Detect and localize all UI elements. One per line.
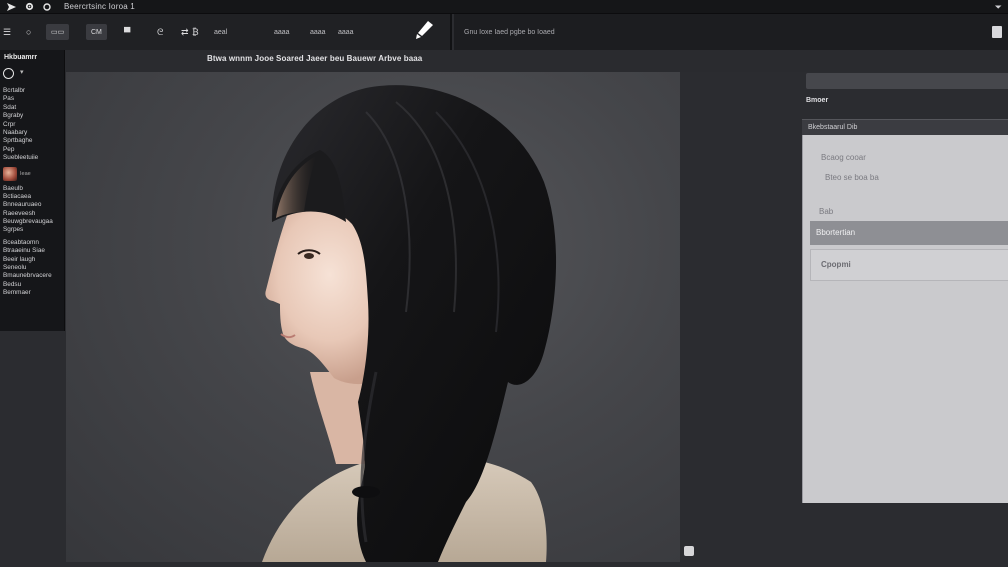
list-item[interactable]: Sdat bbox=[3, 104, 63, 112]
text-tool-3[interactable]: aaaa bbox=[310, 24, 326, 40]
list-item[interactable]: Raeeveesh bbox=[3, 210, 63, 218]
color-swatch[interactable]: Ieae bbox=[3, 165, 63, 183]
list-item[interactable]: Btraaeinu Siae bbox=[3, 247, 63, 255]
chevron-down-icon[interactable]: ▾ bbox=[20, 68, 24, 76]
properties-panel: Bcaog cooar Bteo se boa ba Bab Bborterti… bbox=[802, 135, 1008, 503]
properties-header[interactable]: Bkebstaarul Dib bbox=[802, 119, 1008, 135]
list-item[interactable]: Naabary bbox=[3, 129, 63, 137]
tools-list: Bcrtalbr Pas Sdat Bgraby Crpr Naabary Sp… bbox=[3, 87, 63, 298]
image-canvas[interactable] bbox=[66, 72, 680, 562]
property-row[interactable]: Bteo se boa ba bbox=[825, 173, 1008, 182]
panel-search-bar[interactable] bbox=[806, 73, 1008, 89]
text-tool-4[interactable]: aaaa bbox=[338, 24, 354, 40]
document-bar: Btwa wnnm Jooe Soared Jaeer beu Bauewr A… bbox=[0, 50, 1008, 72]
menu-icon[interactable]: ☰ bbox=[3, 24, 11, 40]
options-hint: Gnu Ioxe Iaed pgbe bo Ioaed bbox=[464, 29, 555, 36]
arrow-icon[interactable] bbox=[4, 0, 18, 14]
bracket-tool-icon[interactable]: ₿ bbox=[192, 24, 199, 40]
list-item[interactable]: Beeir laugh bbox=[3, 256, 63, 264]
frame-tool-button[interactable]: CM bbox=[86, 24, 107, 40]
selected-property-label: Bbortertian bbox=[816, 228, 856, 237]
document-menu[interactable]: Btwa wnnm Jooe Soared Jaeer beu Bauewr A… bbox=[207, 54, 422, 63]
lasso-tool-icon[interactable]: ᘓ bbox=[157, 24, 163, 40]
window-title: Beercrtsinc Ioroa 1 bbox=[64, 2, 135, 11]
layers-tool-icon[interactable]: ▀ bbox=[124, 24, 130, 40]
circle-icon[interactable] bbox=[40, 0, 54, 14]
list-item[interactable]: Sgrpes bbox=[3, 226, 63, 234]
list-item[interactable]: Bnneauruaeo bbox=[3, 201, 63, 209]
swatch-thumbnail bbox=[3, 166, 17, 181]
output-box[interactable]: Cpopmi bbox=[810, 249, 1008, 281]
window-menu-chevron-icon[interactable]: ⏷ bbox=[995, 0, 1002, 14]
brush-size-icon[interactable] bbox=[3, 68, 14, 79]
canvas-scroll-corner[interactable] bbox=[684, 546, 694, 556]
list-item[interactable]: Sprtbaghe bbox=[3, 137, 63, 145]
list-item[interactable]: Bmaunebrvacere bbox=[3, 272, 63, 280]
list-item[interactable]: Beuwgbrevaugaa bbox=[3, 218, 63, 226]
selected-property-row[interactable]: Bbortertian bbox=[810, 221, 1008, 245]
ellipse-tool-icon[interactable]: ○ bbox=[26, 24, 31, 40]
panel-label: Bmoer bbox=[806, 97, 829, 104]
property-row[interactable]: Bcaog cooar bbox=[821, 153, 1008, 162]
list-item[interactable]: Bemmaer bbox=[3, 289, 63, 297]
swatch-caption: Ieae bbox=[20, 170, 31, 177]
property-row[interactable]: Bab bbox=[819, 207, 1008, 216]
tools-panel-title: Hkbuamrr bbox=[4, 54, 38, 61]
text-tool-1[interactable]: aeal bbox=[214, 24, 227, 40]
list-item[interactable]: Bgraby bbox=[3, 112, 63, 120]
brush-icon[interactable] bbox=[414, 21, 434, 39]
list-item[interactable]: Bedsu bbox=[3, 281, 63, 289]
list-item[interactable]: Crpr bbox=[3, 121, 63, 129]
list-item[interactable]: Pep bbox=[3, 146, 63, 154]
title-bar: Beercrtsinc Ioroa 1 ⏷ bbox=[0, 0, 1008, 14]
list-item[interactable]: Baeulb bbox=[3, 185, 63, 193]
transform-tool-icon[interactable]: ⇄ bbox=[181, 24, 189, 40]
list-item[interactable]: Bceabtaomn bbox=[3, 239, 63, 247]
options-bar: Gnu Ioxe Iaed pgbe bo Ioaed bbox=[454, 14, 1008, 50]
tools-panel: Hkbuamrr ▾ Bcrtalbr Pas Sdat Bgraby Crpr… bbox=[0, 50, 65, 331]
properties-header-label: Bkebstaarul Dib bbox=[808, 124, 858, 131]
list-item[interactable]: Bctiacaea bbox=[3, 193, 63, 201]
output-box-label: Cpopmi bbox=[821, 260, 851, 269]
list-item[interactable]: Bcrtalbr bbox=[3, 87, 63, 95]
list-item[interactable]: Suebleetuiie bbox=[3, 154, 63, 162]
pin-icon[interactable] bbox=[992, 26, 1002, 38]
portrait-image bbox=[262, 85, 556, 562]
list-item[interactable]: Pas bbox=[3, 95, 63, 103]
list-item[interactable]: Seneolu bbox=[3, 264, 63, 272]
main-toolbar: ☰ ○ ▭▭ CM ▀ ᘓ ⇄ ₿ aeal aaaa aaaa aaaa bbox=[0, 14, 452, 50]
rect-tool-button[interactable]: ▭▭ bbox=[46, 24, 70, 40]
text-tool-2[interactable]: aaaa bbox=[274, 24, 290, 40]
gear-icon[interactable] bbox=[22, 0, 36, 14]
